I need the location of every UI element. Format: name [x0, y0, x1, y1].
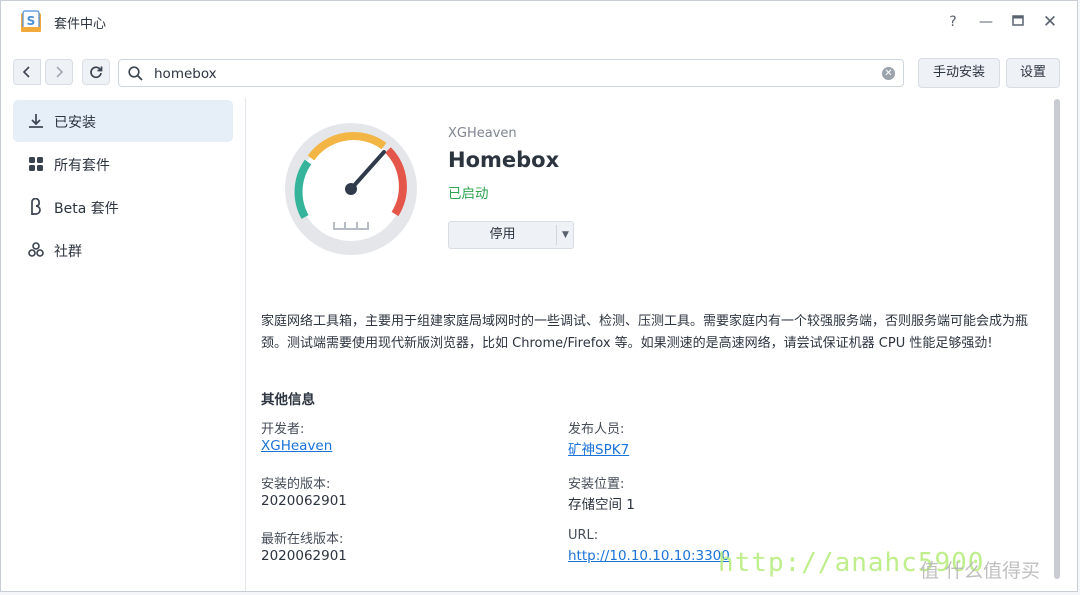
scrollbar[interactable] — [1054, 99, 1060, 579]
install-location-value: 存储空间 1 — [568, 497, 635, 513]
sidebar-item-installed[interactable]: 已安装 — [13, 100, 233, 142]
url-link[interactable]: http://10.10.10.10:3300 — [568, 548, 730, 564]
package-center-window: S 套件中心 ? — ✕ ✕ 手动安装 设置 已安装 — [0, 0, 1078, 592]
watermark-logo-text: 值 什么值得买 — [920, 560, 1041, 582]
search-box: ✕ — [118, 59, 904, 87]
speedometer-icon — [285, 123, 417, 255]
caret-down-icon[interactable]: ▼ — [557, 222, 574, 248]
sidebar-item-all-packages[interactable]: 所有套件 — [13, 143, 233, 185]
developer-link[interactable]: XGHeaven — [261, 438, 332, 454]
sidebar-item-label: 已安装 — [54, 115, 96, 131]
stop-split-button: 停用 ▼ — [448, 221, 574, 249]
forward-button[interactable] — [45, 59, 73, 85]
sidebar-item-label: 所有套件 — [54, 158, 110, 174]
maximize-icon[interactable] — [1007, 11, 1029, 33]
sidebar-item-community[interactable]: 社群 — [13, 229, 233, 271]
installed-version-label: 安装的版本: — [261, 477, 331, 492]
developer-label: 开发者: — [261, 422, 305, 437]
package-name: Homebox — [448, 148, 560, 172]
package-status: 已启动 — [448, 186, 489, 202]
search-input[interactable] — [152, 62, 876, 86]
url-label: URL: — [568, 528, 599, 543]
chevron-left-icon — [22, 66, 30, 78]
package-center-app-icon: S — [21, 10, 41, 32]
sidebar: 已安装 所有套件 Beta 套件 社群 — [1, 98, 246, 591]
community-icon — [28, 242, 44, 257]
download-icon — [29, 114, 43, 128]
chevron-right-icon — [56, 66, 64, 78]
beta-icon — [31, 198, 41, 215]
package-vendor: XGHeaven — [448, 126, 517, 141]
grid-icon — [29, 157, 43, 171]
install-location-label: 安装位置: — [568, 477, 625, 492]
close-icon[interactable]: ✕ — [1039, 11, 1061, 33]
back-button[interactable] — [13, 59, 41, 85]
latest-version-value: 2020062901 — [261, 548, 347, 564]
stop-button[interactable]: 停用 — [449, 222, 556, 248]
package-description: 家庭网络工具箱，主要用于组建家庭局域网时的一些调试、检测、压测工具。需要家庭内有… — [261, 314, 1029, 351]
package-detail: XGHeaven Homebox 已启动 停用 ▼ 家庭网络工具箱，主要用于组建… — [246, 98, 1054, 591]
svg-text:S: S — [27, 14, 36, 28]
refresh-button[interactable] — [82, 59, 110, 85]
publisher-link[interactable]: 矿神SPK7 — [568, 438, 629, 458]
window-title: 套件中心 — [54, 17, 107, 32]
sidebar-item-beta[interactable]: Beta 套件 — [13, 186, 233, 228]
search-icon — [128, 66, 143, 81]
sidebar-item-label: Beta 套件 — [54, 201, 119, 217]
publisher-label: 发布人员: — [568, 422, 625, 437]
manual-install-button[interactable]: 手动安装 — [918, 58, 1000, 88]
minimize-icon[interactable]: — — [975, 11, 997, 33]
refresh-icon — [90, 66, 103, 79]
settings-button[interactable]: 设置 — [1006, 58, 1060, 88]
toolbar: ✕ 手动安装 设置 — [1, 53, 1077, 93]
other-info-heading: 其他信息 — [261, 392, 315, 408]
clear-search-icon[interactable]: ✕ — [882, 67, 895, 80]
title-bar: S 套件中心 ? — ✕ — [1, 1, 1077, 43]
sidebar-item-label: 社群 — [54, 244, 82, 260]
latest-version-label: 最新在线版本: — [261, 532, 344, 547]
help-icon[interactable]: ? — [942, 11, 964, 33]
installed-version-value: 2020062901 — [261, 493, 347, 509]
